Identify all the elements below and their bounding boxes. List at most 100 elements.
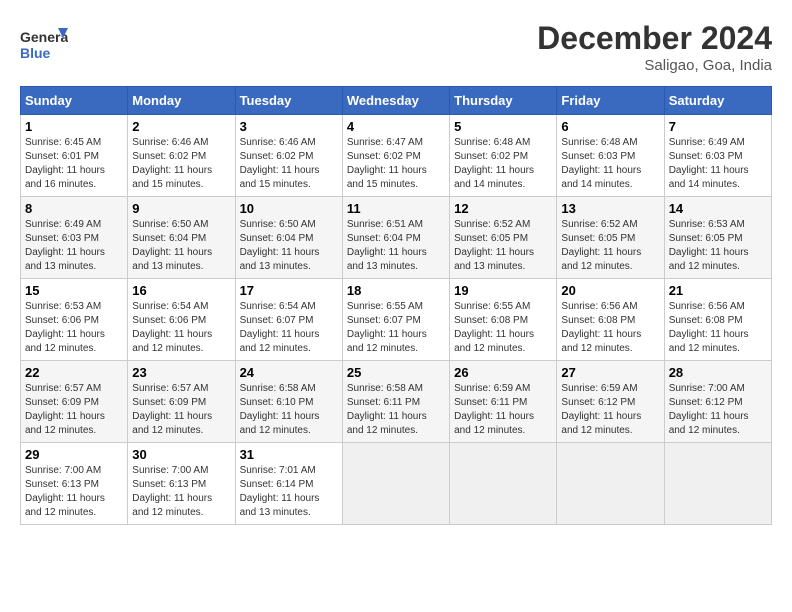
- month-year: December 2024: [537, 20, 772, 57]
- days-of-week-row: SundayMondayTuesdayWednesdayThursdayFrid…: [21, 87, 772, 115]
- day-number: 28: [669, 365, 767, 380]
- day-number: 20: [561, 283, 659, 298]
- calendar-cell: 15 Sunrise: 6:53 AM Sunset: 6:06 PM Dayl…: [21, 279, 128, 361]
- location: Saligao, Goa, India: [537, 57, 772, 74]
- calendar-cell: [450, 443, 557, 525]
- day-number: 22: [25, 365, 123, 380]
- calendar-cell: 14 Sunrise: 6:53 AM Sunset: 6:05 PM Dayl…: [664, 197, 771, 279]
- day-info: Sunrise: 7:01 AM Sunset: 6:14 PM Dayligh…: [240, 464, 338, 520]
- calendar-cell: 27 Sunrise: 6:59 AM Sunset: 6:12 PM Dayl…: [557, 361, 664, 443]
- calendar-cell: 19 Sunrise: 6:55 AM Sunset: 6:08 PM Dayl…: [450, 279, 557, 361]
- day-of-week-header: Thursday: [450, 87, 557, 115]
- day-info: Sunrise: 6:46 AM Sunset: 6:02 PM Dayligh…: [240, 136, 338, 192]
- day-info: Sunrise: 6:57 AM Sunset: 6:09 PM Dayligh…: [25, 382, 123, 438]
- day-number: 27: [561, 365, 659, 380]
- day-of-week-header: Friday: [557, 87, 664, 115]
- day-info: Sunrise: 6:49 AM Sunset: 6:03 PM Dayligh…: [25, 218, 123, 274]
- day-number: 5: [454, 119, 552, 134]
- calendar-cell: 21 Sunrise: 6:56 AM Sunset: 6:08 PM Dayl…: [664, 279, 771, 361]
- calendar-cell: 17 Sunrise: 6:54 AM Sunset: 6:07 PM Dayl…: [235, 279, 342, 361]
- day-info: Sunrise: 7:00 AM Sunset: 6:13 PM Dayligh…: [25, 464, 123, 520]
- calendar-week-row: 15 Sunrise: 6:53 AM Sunset: 6:06 PM Dayl…: [21, 279, 772, 361]
- calendar-cell: [557, 443, 664, 525]
- calendar-cell: 12 Sunrise: 6:52 AM Sunset: 6:05 PM Dayl…: [450, 197, 557, 279]
- calendar-cell: 23 Sunrise: 6:57 AM Sunset: 6:09 PM Dayl…: [128, 361, 235, 443]
- day-number: 29: [25, 447, 123, 462]
- calendar-week-row: 1 Sunrise: 6:45 AM Sunset: 6:01 PM Dayli…: [21, 115, 772, 197]
- day-info: Sunrise: 6:46 AM Sunset: 6:02 PM Dayligh…: [132, 136, 230, 192]
- day-info: Sunrise: 6:53 AM Sunset: 6:06 PM Dayligh…: [25, 300, 123, 356]
- calendar-cell: 13 Sunrise: 6:52 AM Sunset: 6:05 PM Dayl…: [557, 197, 664, 279]
- day-info: Sunrise: 6:56 AM Sunset: 6:08 PM Dayligh…: [669, 300, 767, 356]
- calendar-cell: 8 Sunrise: 6:49 AM Sunset: 6:03 PM Dayli…: [21, 197, 128, 279]
- day-info: Sunrise: 6:56 AM Sunset: 6:08 PM Dayligh…: [561, 300, 659, 356]
- day-number: 19: [454, 283, 552, 298]
- day-number: 9: [132, 201, 230, 216]
- day-info: Sunrise: 6:50 AM Sunset: 6:04 PM Dayligh…: [132, 218, 230, 274]
- day-number: 17: [240, 283, 338, 298]
- day-number: 6: [561, 119, 659, 134]
- day-number: 12: [454, 201, 552, 216]
- day-info: Sunrise: 6:58 AM Sunset: 6:10 PM Dayligh…: [240, 382, 338, 438]
- day-info: Sunrise: 6:59 AM Sunset: 6:12 PM Dayligh…: [561, 382, 659, 438]
- day-info: Sunrise: 6:50 AM Sunset: 6:04 PM Dayligh…: [240, 218, 338, 274]
- day-info: Sunrise: 6:57 AM Sunset: 6:09 PM Dayligh…: [132, 382, 230, 438]
- day-number: 21: [669, 283, 767, 298]
- day-info: Sunrise: 6:59 AM Sunset: 6:11 PM Dayligh…: [454, 382, 552, 438]
- day-number: 10: [240, 201, 338, 216]
- calendar-cell: 26 Sunrise: 6:59 AM Sunset: 6:11 PM Dayl…: [450, 361, 557, 443]
- day-info: Sunrise: 6:52 AM Sunset: 6:05 PM Dayligh…: [561, 218, 659, 274]
- calendar-cell: [664, 443, 771, 525]
- day-of-week-header: Sunday: [21, 87, 128, 115]
- page-header: General Blue December 2024 Saligao, Goa,…: [20, 20, 772, 74]
- calendar-cell: 4 Sunrise: 6:47 AM Sunset: 6:02 PM Dayli…: [342, 115, 449, 197]
- day-number: 7: [669, 119, 767, 134]
- day-number: 8: [25, 201, 123, 216]
- calendar-cell: 16 Sunrise: 6:54 AM Sunset: 6:06 PM Dayl…: [128, 279, 235, 361]
- calendar-week-row: 29 Sunrise: 7:00 AM Sunset: 6:13 PM Dayl…: [21, 443, 772, 525]
- calendar-cell: 25 Sunrise: 6:58 AM Sunset: 6:11 PM Dayl…: [342, 361, 449, 443]
- day-number: 13: [561, 201, 659, 216]
- calendar-cell: 1 Sunrise: 6:45 AM Sunset: 6:01 PM Dayli…: [21, 115, 128, 197]
- day-number: 11: [347, 201, 445, 216]
- calendar-cell: 29 Sunrise: 7:00 AM Sunset: 6:13 PM Dayl…: [21, 443, 128, 525]
- day-number: 16: [132, 283, 230, 298]
- calendar-body: 1 Sunrise: 6:45 AM Sunset: 6:01 PM Dayli…: [21, 115, 772, 525]
- calendar-week-row: 8 Sunrise: 6:49 AM Sunset: 6:03 PM Dayli…: [21, 197, 772, 279]
- day-number: 24: [240, 365, 338, 380]
- calendar-cell: 6 Sunrise: 6:48 AM Sunset: 6:03 PM Dayli…: [557, 115, 664, 197]
- day-number: 23: [132, 365, 230, 380]
- calendar-cell: 20 Sunrise: 6:56 AM Sunset: 6:08 PM Dayl…: [557, 279, 664, 361]
- day-info: Sunrise: 6:55 AM Sunset: 6:07 PM Dayligh…: [347, 300, 445, 356]
- day-info: Sunrise: 6:52 AM Sunset: 6:05 PM Dayligh…: [454, 218, 552, 274]
- day-number: 30: [132, 447, 230, 462]
- day-number: 18: [347, 283, 445, 298]
- day-info: Sunrise: 6:45 AM Sunset: 6:01 PM Dayligh…: [25, 136, 123, 192]
- day-of-week-header: Wednesday: [342, 87, 449, 115]
- calendar-cell: 9 Sunrise: 6:50 AM Sunset: 6:04 PM Dayli…: [128, 197, 235, 279]
- calendar-cell: 24 Sunrise: 6:58 AM Sunset: 6:10 PM Dayl…: [235, 361, 342, 443]
- calendar-cell: 7 Sunrise: 6:49 AM Sunset: 6:03 PM Dayli…: [664, 115, 771, 197]
- logo-icon: General Blue: [20, 20, 60, 60]
- calendar-cell: 3 Sunrise: 6:46 AM Sunset: 6:02 PM Dayli…: [235, 115, 342, 197]
- calendar-cell: 5 Sunrise: 6:48 AM Sunset: 6:02 PM Dayli…: [450, 115, 557, 197]
- day-number: 25: [347, 365, 445, 380]
- day-info: Sunrise: 6:48 AM Sunset: 6:03 PM Dayligh…: [561, 136, 659, 192]
- calendar-cell: 22 Sunrise: 6:57 AM Sunset: 6:09 PM Dayl…: [21, 361, 128, 443]
- calendar-cell: 11 Sunrise: 6:51 AM Sunset: 6:04 PM Dayl…: [342, 197, 449, 279]
- svg-text:Blue: Blue: [20, 45, 51, 61]
- calendar-cell: [342, 443, 449, 525]
- title-block: December 2024 Saligao, Goa, India: [537, 20, 772, 74]
- day-of-week-header: Saturday: [664, 87, 771, 115]
- day-number: 31: [240, 447, 338, 462]
- day-info: Sunrise: 6:51 AM Sunset: 6:04 PM Dayligh…: [347, 218, 445, 274]
- day-number: 26: [454, 365, 552, 380]
- day-number: 1: [25, 119, 123, 134]
- day-number: 4: [347, 119, 445, 134]
- calendar-table: SundayMondayTuesdayWednesdayThursdayFrid…: [20, 86, 772, 525]
- day-info: Sunrise: 7:00 AM Sunset: 6:12 PM Dayligh…: [669, 382, 767, 438]
- day-info: Sunrise: 6:54 AM Sunset: 6:06 PM Dayligh…: [132, 300, 230, 356]
- day-number: 15: [25, 283, 123, 298]
- calendar-cell: 31 Sunrise: 7:01 AM Sunset: 6:14 PM Dayl…: [235, 443, 342, 525]
- logo: General Blue: [20, 20, 66, 60]
